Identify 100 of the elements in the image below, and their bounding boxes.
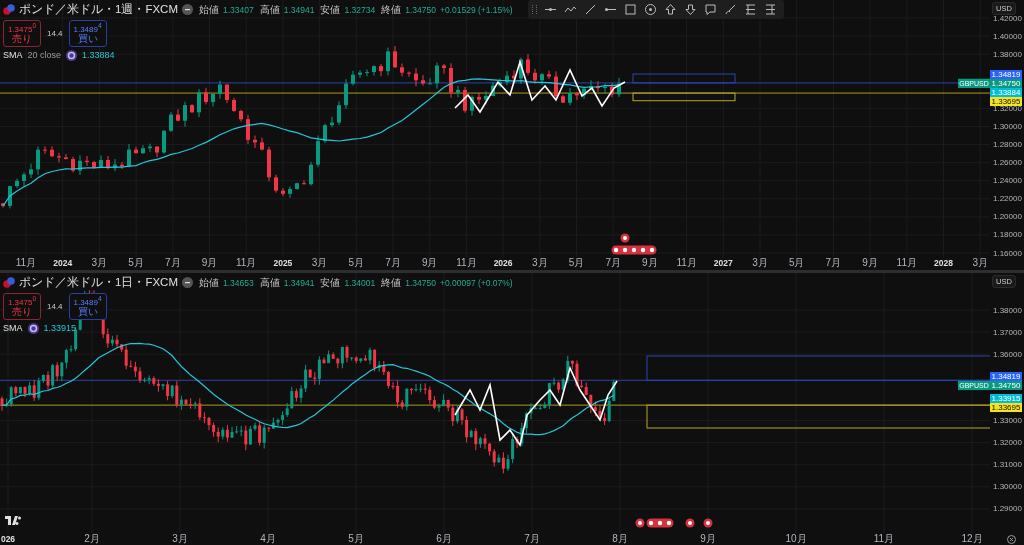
ohlc-label: 高値	[259, 275, 280, 290]
time-tick-label: 2月	[84, 533, 100, 545]
ohlc-value: 1.34941	[283, 4, 315, 15]
price-tick-label: 1.36000	[993, 349, 1022, 359]
event-marker-icon[interactable]	[703, 518, 713, 528]
symbol-title[interactable]: ポンド／米ドル・1日・FXCM	[19, 275, 178, 290]
sell-button[interactable]: 1.3475$^{0}$ 売り	[3, 293, 41, 320]
price-tick-label: 1.30000	[993, 121, 1022, 131]
time-tick-label: 7月	[605, 257, 621, 269]
currency-flags-icon	[3, 4, 15, 15]
time-tick-label: 2025	[273, 257, 293, 269]
indicator-params: 20 close	[27, 50, 62, 61]
time-tick-label: 4月	[260, 533, 276, 545]
indicator-name[interactable]: SMA	[3, 50, 23, 61]
event-marker-icon[interactable]	[620, 233, 630, 243]
time-tick-label: 5月	[348, 257, 365, 269]
buy-button[interactable]: 1.3489$^{4}$ 買い	[68, 293, 107, 320]
time-tick-label: 8月	[612, 533, 628, 545]
time-tick-label: 3月	[311, 257, 328, 269]
ohlc-value: 1.32734	[344, 4, 376, 15]
time-tick-label: 2026	[493, 257, 513, 269]
price-tick-label: 1.32000	[993, 103, 1022, 113]
price-tick-label: 1.37000	[993, 327, 1022, 337]
currency-flags-icon	[3, 277, 15, 288]
price-tick-label: 1.38000	[993, 305, 1022, 315]
price-tick-label: 1.22000	[993, 194, 1022, 204]
sell-button[interactable]: 1.3475$^{0}$ 売り	[3, 20, 41, 47]
event-marker-icon[interactable]	[685, 518, 695, 528]
time-tick-label: 11月	[236, 257, 257, 269]
price-tick-label: 1.24000	[993, 176, 1022, 186]
time-tick-label: 3月	[172, 533, 188, 545]
price-change: +0.01529 (+1.15%)	[439, 4, 513, 15]
indicator-icon[interactable]	[66, 49, 78, 61]
time-tick-label: 11月	[873, 533, 895, 545]
time-tick-label: 11月	[15, 257, 37, 269]
price-label: 1.33695	[990, 96, 1022, 106]
collapse-icon[interactable]	[182, 4, 193, 15]
ohlc-value: 1.34750	[405, 4, 436, 15]
price-label: 1.34750	[990, 78, 1022, 88]
logo-icon[interactable]	[5, 516, 21, 525]
ohlc-label: 高値	[259, 2, 280, 17]
price-tick-label: 1.26000	[993, 158, 1022, 168]
event-marker-icon[interactable]	[611, 245, 657, 255]
event-marker-icon[interactable]	[646, 518, 674, 528]
indicator-icon[interactable]	[27, 322, 39, 334]
time-tick-label: 11月	[456, 257, 477, 269]
time-tick-label: 9月	[700, 533, 716, 545]
price-tick-label: 1.28000	[993, 140, 1022, 150]
time-tick-label: 5月	[348, 533, 364, 545]
time-tick-label: 11月	[676, 257, 697, 269]
price-label: 1.33884	[990, 87, 1022, 97]
price-tick-label: 1.32000	[993, 438, 1022, 448]
price-label: 1.34750	[990, 381, 1022, 391]
time-tick-label: 9月	[421, 257, 438, 269]
settings-icon[interactable]	[1007, 535, 1016, 544]
collapse-icon[interactable]	[182, 277, 193, 288]
spread-value: 14.4	[47, 28, 63, 38]
ohlc-label: 終値	[381, 275, 402, 290]
time-tick-label: 2024	[53, 257, 73, 269]
buy-button[interactable]: 1.3489$^{4}$ 買い	[68, 20, 107, 47]
event-marker-icon[interactable]	[635, 518, 645, 528]
ohlc-value: 1.34750	[405, 277, 436, 288]
time-tick-label: 9月	[201, 257, 218, 269]
time-tick-label: 6月	[436, 533, 452, 545]
time-tick-label: 7月	[165, 257, 181, 269]
time-tick-label: 5月	[568, 257, 585, 269]
ohlc-label: 終値	[381, 2, 402, 17]
time-tick-label: 9月	[862, 257, 878, 269]
spread-value: 14.4	[47, 301, 63, 311]
symbol-title[interactable]: ポンド／米ドル・1週・FXCM	[19, 2, 178, 17]
time-tick-label: 3月	[752, 257, 768, 269]
price-tick-label: 1.42000	[993, 13, 1022, 23]
ohlc-label: 始値	[199, 275, 219, 290]
drag-handle-icon[interactable]	[532, 5, 537, 14]
time-tick-label: 3月	[532, 257, 548, 269]
time-tick-label: 12月	[961, 533, 983, 545]
time-tick-label: 9月	[642, 257, 658, 269]
time-tick-label: 2027	[713, 257, 733, 269]
ohlc-value: 1.34653	[223, 277, 254, 288]
time-tick-label: 7月	[524, 533, 540, 545]
price-tick-label: 1.38000	[993, 49, 1022, 59]
price-tick-label: 1.30000	[993, 482, 1022, 492]
price-tick-label: 1.33000	[993, 416, 1022, 425]
price-tick-label: 1.31000	[993, 460, 1022, 470]
ohlc-label: 安値	[320, 275, 341, 290]
time-tick-label: 5月	[128, 257, 144, 269]
price-label: 1.33915	[990, 393, 1022, 403]
ohlc-label: 始値	[199, 2, 219, 17]
time-tick-label: 2028	[934, 257, 953, 269]
time-tick-label: 7月	[385, 257, 401, 269]
price-label: 1.34819	[990, 372, 1022, 382]
price-change: +0.00097 (+0.07%)	[439, 277, 513, 288]
indicator-name[interactable]: SMA	[3, 323, 23, 334]
time-tick-label: 10月	[785, 533, 807, 545]
time-tick-label: 026	[0, 533, 16, 545]
time-tick-label: 3月	[91, 257, 108, 269]
indicator-value: 1.33884	[82, 50, 115, 61]
price-label: 1.34819	[990, 69, 1022, 79]
ohlc-label: 安値	[320, 2, 341, 17]
ohlc-value: 1.34941	[283, 277, 315, 288]
